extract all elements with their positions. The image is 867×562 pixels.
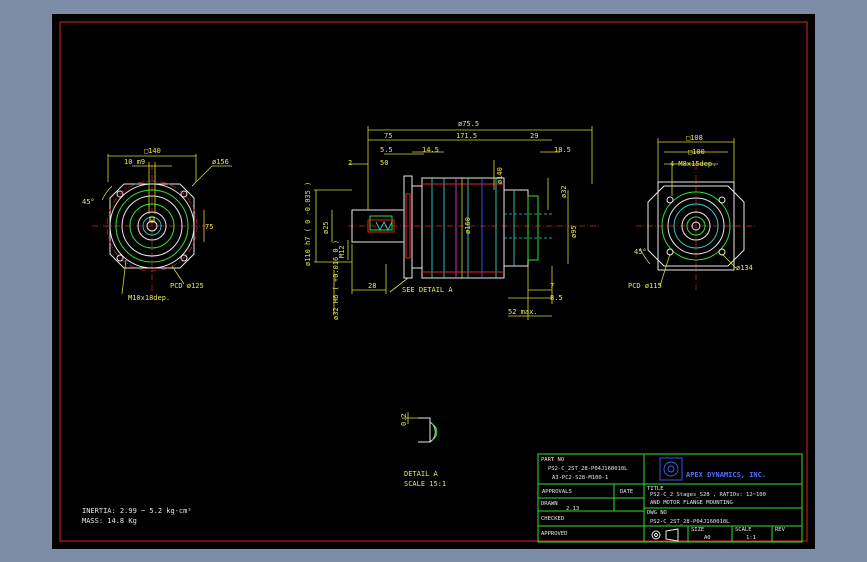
- dim-overall: ø75.5: [458, 120, 479, 128]
- scale-value: 1:1: [746, 535, 756, 541]
- left-view: □140 10 m9 ø156 45° 75 PCD ø125 M10x18de…: [82, 147, 232, 302]
- part-no-label: PART NO: [541, 457, 564, 463]
- dim-d110: ø110 h7 ( 0 -0.035 ): [304, 182, 312, 266]
- title-line-2: AND MOTOR FLANGE MOUNTING: [650, 500, 733, 506]
- approved-label: APPROVED: [541, 531, 568, 537]
- rev-label: REV: [775, 527, 786, 533]
- dim-18-5: 18.5: [554, 146, 571, 154]
- dim-d95: ø95: [570, 225, 578, 238]
- drawing-frame: □140 10 m9 ø156 45° 75 PCD ø125 M10x18de…: [52, 14, 815, 549]
- dim-d32b: ø32: [560, 185, 568, 198]
- dim-52-max: 52 max.: [508, 308, 538, 316]
- right-hole-label: 4-M8x15dep.: [670, 160, 716, 168]
- right-d134: ø134: [736, 264, 753, 272]
- dim-2: 2: [348, 159, 352, 167]
- dim-8-5: 8.5: [550, 294, 563, 302]
- dim-d32: ø32 H6 ( +0.016 0 ): [332, 240, 340, 320]
- dim-28: 28: [368, 282, 376, 290]
- part-no-2: A3-PC2-S28-M100-1: [552, 475, 608, 481]
- note-mass: MASS: 14.8 Kg: [82, 517, 137, 525]
- dim-d140: ø140: [496, 167, 504, 184]
- left-bolt-label: 10 m9: [124, 158, 145, 166]
- company-logo-icon: [659, 457, 683, 481]
- size-value: A0: [704, 535, 711, 541]
- dim-75: 75: [384, 132, 392, 140]
- right-sq100: □100: [688, 148, 705, 156]
- dim-14-5: 14.5: [422, 146, 439, 154]
- right-angle: 45°: [634, 248, 647, 256]
- left-angle: 45°: [82, 198, 95, 206]
- dim-50: 50: [380, 159, 388, 167]
- dwg-no-label: DWG NO: [647, 510, 667, 516]
- left-square-dim: □140: [144, 147, 161, 155]
- checked-label: CHECKED: [541, 516, 564, 522]
- see-detail-a: SEE DETAIL A: [402, 286, 453, 294]
- dim-5-5: 5.5: [380, 146, 393, 154]
- size-label: SIZE: [691, 527, 704, 533]
- title-block: PART NO PS2-C_2ST_28-P04J160010L A3-PC2-…: [537, 453, 803, 543]
- date-label: DATE: [620, 489, 633, 495]
- right-view: □108 □100 4-M8x15dep. 45° ø134 PCD ø115: [628, 134, 756, 290]
- right-pcd: PCD ø115: [628, 282, 662, 290]
- left-dim-75: 75: [205, 223, 213, 231]
- detail-dim: 0.2: [400, 413, 408, 426]
- dim-d160: ø160: [464, 217, 472, 234]
- company-name: APEX DYNAMICS, INC.: [686, 471, 766, 479]
- detail-title: DETAIL A: [404, 470, 439, 478]
- approvals-label: APPROVALS: [542, 489, 572, 495]
- right-sq108: □108: [686, 134, 703, 142]
- drawn-value: 2.13: [566, 506, 579, 512]
- left-dia-156: ø156: [212, 158, 229, 166]
- dim-171: 171.5: [456, 132, 477, 140]
- note-inertia: INERTIA: 2.99 ~ 5.2 kg-cm²: [82, 507, 192, 515]
- scale-label: SCALE: [735, 527, 752, 533]
- dwg-no-value: PS2-C_2ST_28-P04J160010L: [650, 519, 730, 525]
- dim-7: 7: [550, 282, 554, 290]
- detail-scale: SCALE 15:1: [404, 480, 446, 488]
- left-pcd: PCD ø125: [170, 282, 204, 290]
- cad-drawing: □140 10 m9 ø156 45° 75 PCD ø125 M10x18de…: [59, 21, 808, 543]
- dim-29: 29: [530, 132, 538, 140]
- detail-a: 0.2 DETAIL A SCALE 15:1: [400, 412, 446, 488]
- projection-symbol-icon: [651, 528, 679, 542]
- part-no-1: PS2-C_2ST_28-P04J160010L: [548, 466, 628, 472]
- dim-d25: ø25: [322, 221, 330, 234]
- center-view: ø75.5 75 171.5 29 5.5 14.5 18.5 50 2 ø11…: [304, 120, 600, 320]
- drawn-label: DRAWN: [541, 501, 558, 507]
- left-hole-label: M10x18dep.: [128, 294, 170, 302]
- title-line-1: PS2-C_2 Stages_S28 , RATIOs: 12~100: [650, 492, 766, 498]
